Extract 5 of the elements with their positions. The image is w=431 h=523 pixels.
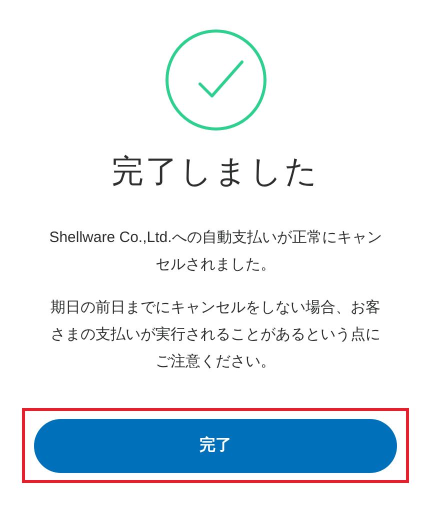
message-text: 期日の前日までにキャンセルをしない場合、お客さまの支払いが実行されることがあるという点にご注意ください。 (50, 298, 382, 372)
completion-title: 完了しました (112, 152, 320, 191)
done-button[interactable]: 完了 (34, 418, 397, 472)
message-text: Shellware Co.,Ltd.への自動支払いが正常にキャンセルされました。 (48, 228, 383, 275)
checkmark-icon (164, 28, 268, 132)
